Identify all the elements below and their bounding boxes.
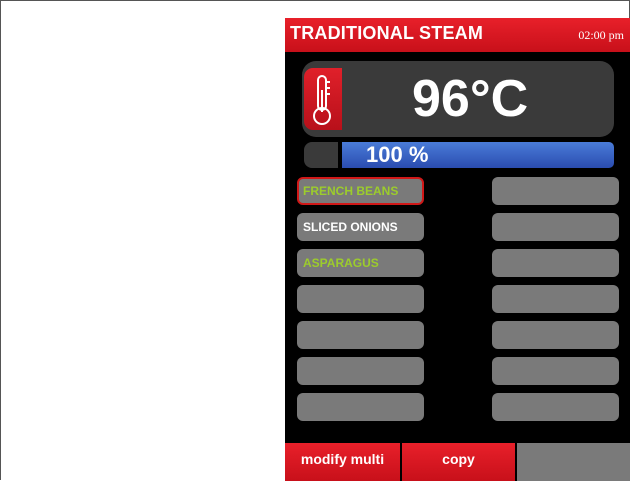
right-slot-5[interactable] (492, 321, 619, 349)
left-slot-3[interactable]: ASPARAGUS (297, 249, 424, 277)
thermometer-icon (313, 75, 331, 125)
left-slot-4[interactable] (297, 285, 424, 313)
right-slot-7[interactable] (492, 393, 619, 421)
modify-multi-button[interactable]: modify multi (285, 443, 400, 481)
temperature-panel[interactable]: 96°C (302, 61, 614, 137)
clock-time: 02:00 pm (578, 28, 624, 42)
header-bar: TRADITIONAL STEAM 02:00 pm (285, 18, 630, 52)
right-slot-6[interactable] (492, 357, 619, 385)
thermometer-button[interactable] (304, 68, 342, 130)
program-title: TRADITIONAL STEAM (290, 23, 484, 43)
progress-stub (304, 142, 338, 168)
empty-footer-button[interactable] (517, 443, 630, 481)
left-slot-5[interactable] (297, 321, 424, 349)
progress-bar: 100 % (304, 142, 614, 168)
copy-button[interactable]: copy (402, 443, 515, 481)
right-slot-4[interactable] (492, 285, 619, 313)
right-slot-1[interactable] (492, 177, 619, 205)
left-slot-6[interactable] (297, 357, 424, 385)
footer-bar: modify multi copy (285, 443, 630, 481)
right-slot-3[interactable] (492, 249, 619, 277)
right-slot-2[interactable] (492, 213, 619, 241)
left-slot-1[interactable]: FRENCH BEANS (297, 177, 424, 205)
left-slot-7[interactable] (297, 393, 424, 421)
temperature-value: 96°C (412, 70, 529, 128)
progress-label: 100 % (366, 142, 429, 167)
oven-control-screen: TRADITIONAL STEAM 02:00 pm 96°C 100 % FR… (285, 18, 630, 481)
left-slot-2[interactable]: SLICED ONIONS (297, 213, 424, 241)
